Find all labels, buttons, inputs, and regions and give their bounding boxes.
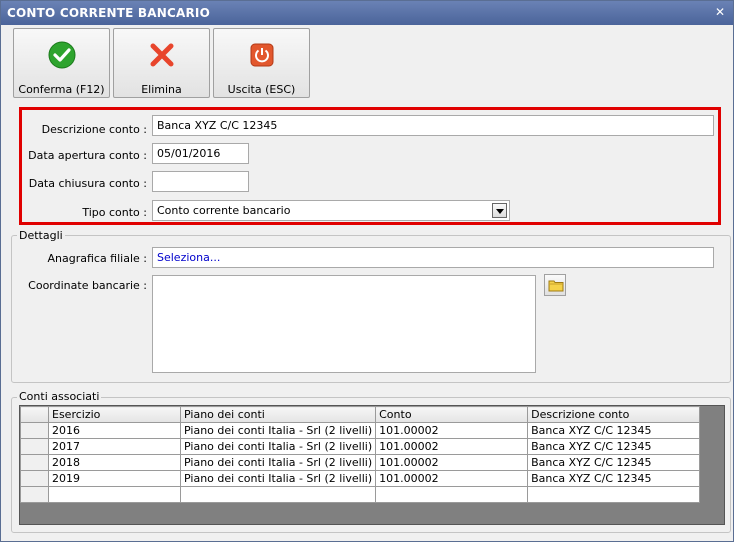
cell-piano: Piano dei conti Italia - Srl (2 livelli) — [179, 422, 377, 439]
cell-piano: Piano dei conti Italia - Srl (2 livelli) — [179, 454, 377, 471]
row-selector[interactable] — [20, 438, 49, 455]
linked-accounts-grid[interactable]: Esercizio Piano dei conti Conto Descrizi… — [19, 405, 725, 525]
branch-select[interactable]: Seleziona... — [152, 247, 714, 268]
branch-label: Anagrafica filiale : — [47, 252, 147, 265]
account-type-select[interactable]: Conto corrente bancario — [152, 200, 510, 221]
row-selector[interactable] — [20, 470, 49, 487]
cell-conto: 101.00002 — [375, 470, 529, 487]
dialog-window: CONTO CORRENTE BANCARIO ✕ Conferma (F12)… — [0, 0, 734, 542]
cell-esercizio: 2016 — [48, 422, 181, 439]
close-date-label: Data chiusura conto : — [28, 177, 147, 190]
bank-coords-textarea[interactable] — [152, 275, 536, 373]
cell-esercizio: 2018 — [48, 454, 181, 471]
title-bar[interactable]: CONTO CORRENTE BANCARIO ✕ — [1, 1, 733, 25]
col-header-piano[interactable]: Piano dei conti — [179, 406, 377, 423]
window-title: CONTO CORRENTE BANCARIO — [7, 6, 210, 20]
account-type-label: Tipo conto : — [82, 206, 147, 219]
open-date-label: Data apertura conto : — [28, 149, 147, 162]
linked-accounts-table: Esercizio Piano dei conti Conto Descrizi… — [20, 406, 700, 503]
cell-esercizio: 2017 — [48, 438, 181, 455]
cell-descrizione[interactable] — [527, 486, 700, 503]
col-header-descrizione[interactable]: Descrizione conto — [527, 406, 700, 423]
table-header-row: Esercizio Piano dei conti Conto Descrizi… — [20, 406, 700, 423]
table-row[interactable]: 2017 Piano dei conti Italia - Srl (2 liv… — [20, 438, 700, 455]
cell-conto: 101.00002 — [375, 438, 529, 455]
cell-conto: 101.00002 — [375, 422, 529, 439]
cell-descrizione: Banca XYZ C/C 12345 — [527, 470, 700, 487]
cell-conto: 101.00002 — [375, 454, 529, 471]
table-row[interactable]: 2018 Piano dei conti Italia - Srl (2 liv… — [20, 454, 700, 471]
delete-x-icon — [150, 43, 174, 67]
description-label: Descrizione conto : — [41, 123, 147, 136]
table-new-row[interactable] — [20, 486, 700, 503]
row-selector[interactable] — [20, 422, 49, 439]
description-input[interactable]: Banca XYZ C/C 12345 — [152, 115, 714, 136]
power-icon — [250, 43, 274, 67]
folder-icon — [548, 280, 564, 292]
table-row[interactable]: 2016 Piano dei conti Italia - Srl (2 liv… — [20, 422, 700, 439]
linked-accounts-group-title: Conti associati — [17, 390, 102, 403]
cell-conto[interactable] — [375, 486, 529, 503]
row-selector-header — [20, 406, 49, 423]
open-date-input[interactable]: 05/01/2016 — [152, 143, 249, 164]
cell-esercizio[interactable] — [48, 486, 181, 503]
details-group-title: Dettagli — [17, 229, 65, 242]
delete-button-label: Elimina — [141, 83, 182, 96]
cell-descrizione: Banca XYZ C/C 12345 — [527, 438, 700, 455]
exit-button-label: Uscita (ESC) — [227, 83, 296, 96]
confirm-button[interactable]: Conferma (F12) — [13, 28, 110, 98]
close-date-input[interactable] — [152, 171, 249, 192]
chevron-down-icon[interactable] — [492, 203, 507, 218]
col-header-conto[interactable]: Conto — [375, 406, 529, 423]
cell-piano: Piano dei conti Italia - Srl (2 livelli) — [179, 470, 377, 487]
exit-button[interactable]: Uscita (ESC) — [213, 28, 310, 98]
cell-descrizione: Banca XYZ C/C 12345 — [527, 454, 700, 471]
folder-button[interactable] — [544, 274, 566, 296]
confirm-button-label: Conferma (F12) — [18, 83, 105, 96]
cell-piano: Piano dei conti Italia - Srl (2 livelli) — [179, 438, 377, 455]
cell-descrizione: Banca XYZ C/C 12345 — [527, 422, 700, 439]
account-type-value: Conto corrente bancario — [157, 204, 291, 217]
table-row[interactable]: 2019 Piano dei conti Italia - Srl (2 liv… — [20, 470, 700, 487]
cell-piano[interactable] — [179, 486, 377, 503]
check-icon — [48, 41, 76, 69]
bank-coords-label: Coordinate bancarie : — [28, 279, 147, 292]
col-header-esercizio[interactable]: Esercizio — [48, 406, 181, 423]
delete-button[interactable]: Elimina — [113, 28, 210, 98]
row-selector[interactable] — [20, 454, 49, 471]
row-selector[interactable] — [20, 486, 49, 503]
close-icon[interactable]: ✕ — [715, 5, 725, 19]
cell-esercizio: 2019 — [48, 470, 181, 487]
